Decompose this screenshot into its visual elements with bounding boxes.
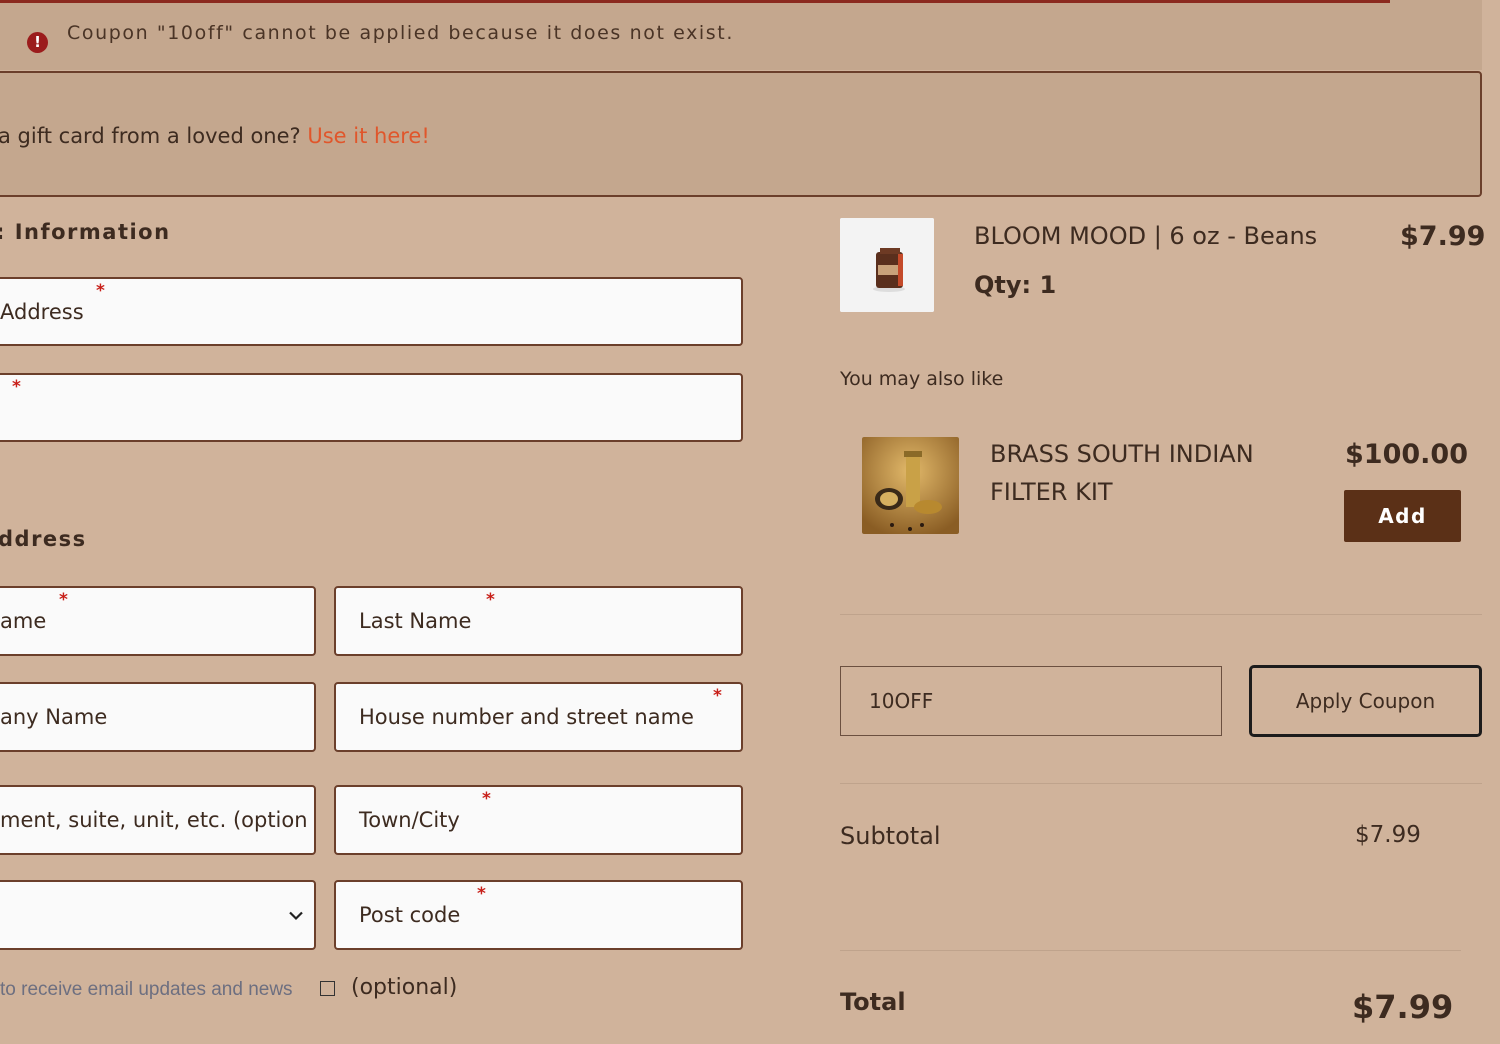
cart-item-price: $7.99 [1400, 221, 1486, 252]
country-select[interactable] [0, 880, 316, 950]
required-asterisk: * [59, 590, 68, 610]
upsell-product-price: $100.00 [1345, 439, 1468, 470]
apartment-field[interactable]: ment, suite, unit, etc. (option [0, 785, 316, 855]
subtotal-value: $7.99 [1355, 822, 1421, 848]
newsletter-optional: (optional) [351, 975, 458, 1000]
postcode-label: Post code [359, 903, 461, 927]
upsell-product-name-line1: BRASS SOUTH INDIAN [990, 440, 1254, 468]
city-field[interactable]: Town/City * [334, 785, 743, 855]
required-asterisk: * [482, 789, 491, 809]
cart-item-qty: Qty: 1 [974, 271, 1057, 299]
upsell-product-name-line2: FILTER KIT [990, 478, 1113, 506]
subtotal-label: Subtotal [840, 822, 941, 850]
gift-card-prompt: a gift card from a loved one? Use it her… [0, 124, 430, 148]
first-name-label: ame [0, 609, 47, 633]
divider [840, 950, 1461, 951]
cart-item-thumbnail [840, 218, 934, 312]
newsletter-checkbox[interactable] [320, 981, 335, 996]
gift-card-text: a gift card from a loved one? [0, 124, 301, 148]
company-name-field[interactable]: any Name [0, 682, 316, 752]
required-asterisk: * [12, 377, 21, 397]
divider [840, 614, 1482, 615]
divider [840, 783, 1482, 784]
cart-item-name: BLOOM MOOD | 6 oz - Beans [974, 222, 1318, 250]
first-name-field[interactable]: ame * [0, 586, 316, 656]
last-name-label: Last Name [359, 609, 472, 633]
street-address-label: House number and street name [359, 705, 694, 729]
city-label: Town/City [359, 808, 460, 832]
apply-coupon-button[interactable]: Apply Coupon [1249, 665, 1482, 737]
required-asterisk: * [96, 281, 105, 301]
required-asterisk: * [477, 884, 486, 904]
shipping-address-heading: ddress [0, 527, 87, 551]
email-field-label: Address [0, 299, 84, 324]
chevron-down-icon [288, 905, 304, 926]
apartment-label: ment, suite, unit, etc. (option [0, 808, 308, 832]
phone-field[interactable]: * [0, 373, 743, 442]
required-asterisk: * [486, 590, 495, 610]
gift-card-link[interactable]: Use it here! [307, 124, 429, 148]
email-field[interactable]: Address * [0, 277, 743, 346]
newsletter-text: to receive email updates and news [0, 979, 293, 1000]
postcode-field[interactable]: Post code * [334, 880, 743, 950]
add-upsell-button[interactable]: Add [1344, 490, 1461, 542]
total-label: Total [840, 988, 906, 1016]
coupon-code-input[interactable] [840, 666, 1222, 736]
required-asterisk: * [713, 686, 722, 706]
coupon-error-message: Coupon "10off" cannot be applied because… [67, 22, 734, 44]
contact-information-heading: : Information [0, 220, 171, 244]
last-name-field[interactable]: Last Name * [334, 586, 743, 656]
notice-top-border [0, 0, 1390, 3]
total-value: $7.99 [1352, 988, 1454, 1026]
street-address-field[interactable]: House number and street name * [334, 682, 743, 752]
company-name-label: any Name [0, 705, 108, 729]
error-icon: ! [27, 32, 48, 53]
upsell-heading: You may also like [840, 368, 1004, 390]
upsell-product-thumbnail [862, 437, 959, 534]
